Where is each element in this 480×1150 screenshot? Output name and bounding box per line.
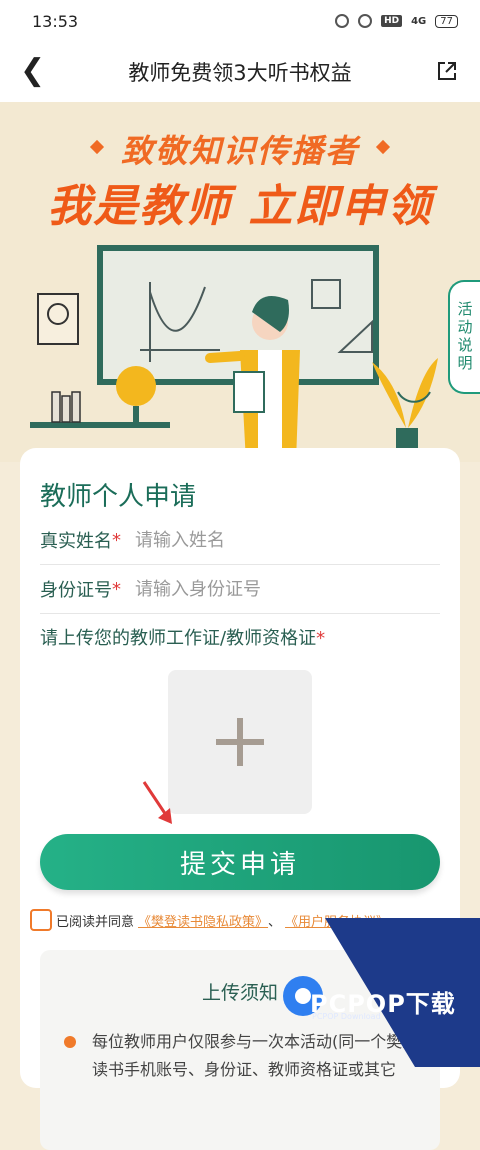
upload-label: 请上传您的教师工作证/教师资格证 bbox=[40, 628, 317, 649]
mute-icon bbox=[358, 14, 373, 28]
required-mark: * bbox=[112, 529, 121, 551]
agree-checkbox[interactable] bbox=[30, 909, 52, 931]
submit-button[interactable]: 提交申请 bbox=[40, 834, 440, 890]
signal-icon: 4G bbox=[411, 15, 427, 27]
share-icon[interactable] bbox=[436, 60, 458, 82]
hero-banner: 致敬知识传播者 我是教师 立即申领 bbox=[0, 102, 480, 462]
required-mark: * bbox=[316, 628, 326, 649]
bullet-icon bbox=[64, 1036, 76, 1048]
battery-icon: 77 bbox=[435, 14, 458, 28]
name-label: 真实姓名 bbox=[40, 531, 112, 552]
hero-subheadline: 我是教师 立即申领 bbox=[47, 181, 433, 232]
hero-headline: 致敬知识传播者 bbox=[120, 132, 359, 170]
id-label: 身份证号 bbox=[40, 580, 112, 601]
nav-bar: ❮ 教师免费领3大听书权益 bbox=[0, 42, 480, 103]
status-time: 13:53 bbox=[32, 11, 79, 31]
hd-icon: HD bbox=[381, 15, 403, 27]
upload-label-row: 请上传您的教师工作证/教师资格证* bbox=[40, 624, 325, 650]
teacher-illustration bbox=[30, 245, 438, 462]
name-input[interactable] bbox=[133, 528, 377, 552]
privacy-policy-link[interactable]: 《樊登读书隐私政策》 bbox=[138, 911, 268, 930]
id-input[interactable] bbox=[133, 577, 377, 601]
status-bar: 13:53 HD 4G 77 bbox=[0, 0, 480, 42]
activity-rules-label: 活动说明 bbox=[455, 301, 474, 373]
agreement-prefix: 已阅读并同意 bbox=[56, 914, 135, 930]
status-icons: HD 4G 77 bbox=[335, 14, 458, 28]
required-mark: * bbox=[112, 578, 121, 600]
pointer-arrow-icon bbox=[142, 781, 172, 824]
form-title: 教师个人申请 bbox=[40, 482, 197, 512]
activity-rules-tab[interactable]: 活动说明 bbox=[448, 280, 480, 394]
name-field-row: 真实姓名 * bbox=[40, 516, 440, 565]
back-icon[interactable]: ❮ bbox=[20, 56, 45, 86]
watermark-sub: PCPOP Download bbox=[312, 1012, 381, 1021]
plus-icon-vertical bbox=[237, 718, 243, 766]
page-title: 教师免费领3大听书权益 bbox=[128, 61, 352, 85]
alarm-icon bbox=[335, 14, 350, 28]
upload-button[interactable] bbox=[168, 670, 312, 814]
id-field-row: 身份证号 * bbox=[40, 565, 440, 614]
